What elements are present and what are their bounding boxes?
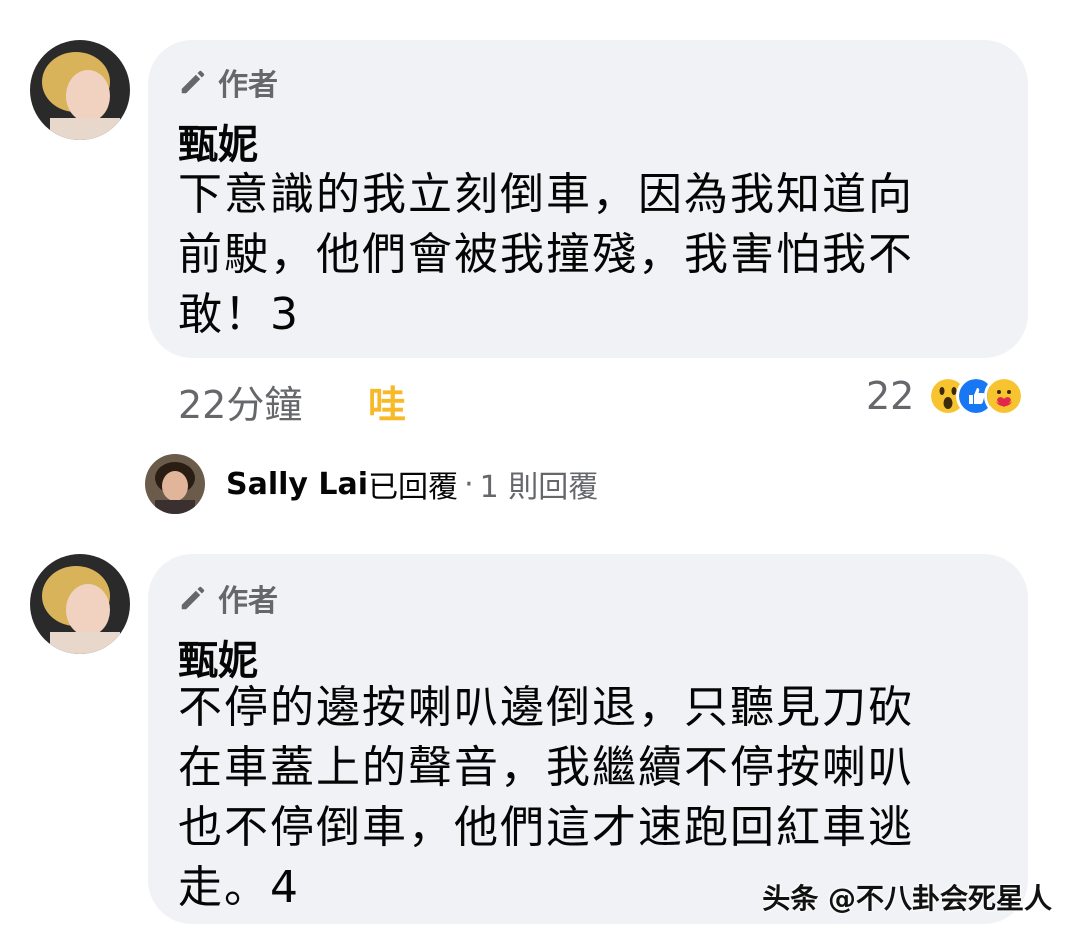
- replier-avatar[interactable]: [145, 454, 205, 514]
- comment-text: 下意識的我立刻倒車，因為我知道向 前駛，他們會被我撞殘，我害怕我不 敢！3: [178, 165, 914, 345]
- author-name[interactable]: 甄妮: [178, 112, 258, 170]
- author-badge: 作者: [178, 60, 278, 104]
- author-avatar[interactable]: [30, 554, 130, 654]
- watermark: 头条 @不八卦会死星人: [762, 882, 1052, 915]
- comment-line: 也不停倒車，他們這才速跑回紅車逃: [178, 802, 914, 853]
- separator-dot: ·: [464, 466, 474, 502]
- pencil-icon: [181, 70, 205, 94]
- comment-timestamp[interactable]: 22分鐘: [178, 374, 302, 429]
- reaction-link[interactable]: 哇: [368, 374, 406, 429]
- reply-count: 1 則回覆: [479, 470, 599, 505]
- view-replies-link[interactable]: Sally Lai 已回覆 · 1 則回覆: [226, 462, 598, 506]
- replied-label: 已回覆: [368, 470, 459, 505]
- care-icon: [984, 376, 1024, 416]
- author-badge-label: 作者: [218, 68, 278, 103]
- comment-line: 不停的邊按喇叭邊倒退，只聽見刀砍: [178, 682, 914, 733]
- author-badge: 作者: [178, 576, 278, 620]
- replier-name[interactable]: Sally Lai: [226, 467, 368, 502]
- author-avatar[interactable]: [30, 40, 130, 140]
- comment-thread: 作者 甄妮 下意識的我立刻倒車，因為我知道向 前駛，他們會被我撞殘，我害怕我不 …: [0, 0, 1080, 939]
- comment-line: 前駛，他們會被我撞殘，我害怕我不: [178, 229, 914, 280]
- pencil-icon: [181, 586, 205, 610]
- comment-line: 下意識的我立刻倒車，因為我知道向: [178, 169, 914, 220]
- reaction-count[interactable]: 22: [866, 374, 914, 418]
- comment-line: 在車蓋上的聲音，我繼續不停按喇叭: [178, 742, 914, 793]
- author-badge-label: 作者: [218, 584, 278, 619]
- reaction-icons[interactable]: [928, 376, 1024, 416]
- comment-line: 敢！3: [178, 289, 300, 340]
